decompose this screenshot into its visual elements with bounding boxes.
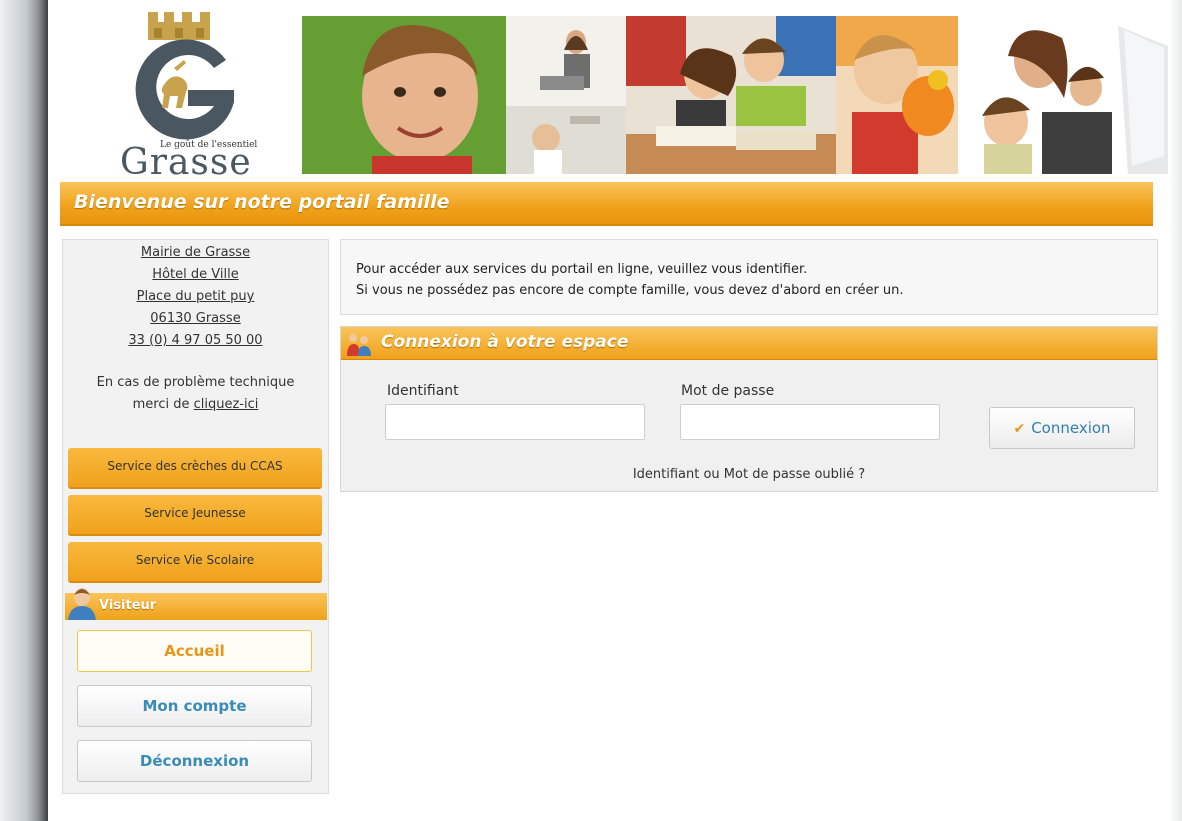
banner-photo-child bbox=[302, 16, 506, 174]
page: Le goût de l'essentiel Grasse Bienvenue … bbox=[48, 0, 1170, 821]
tech-support-line-2: merci de cliquez-ici bbox=[63, 394, 328, 416]
login-header: Connexion à votre espace bbox=[341, 327, 1157, 360]
grasse-g-logo-icon bbox=[135, 39, 234, 140]
nav-deconnexion-button[interactable]: Déconnexion bbox=[77, 740, 312, 782]
page-left-shadow bbox=[0, 0, 48, 821]
grasse-logo[interactable]: Le goût de l'essentiel Grasse bbox=[60, 12, 302, 183]
banner-photo-mother-baby bbox=[506, 16, 626, 174]
address-line-postal[interactable]: 06130 Grasse bbox=[63, 308, 328, 330]
header-banner: Le goût de l'essentiel Grasse bbox=[60, 12, 1170, 183]
page-right-edge bbox=[1168, 0, 1182, 821]
connexion-button[interactable]: ✔ Connexion bbox=[989, 407, 1135, 449]
address-line-place[interactable]: Place du petit puy bbox=[63, 286, 328, 308]
logo-word: Grasse bbox=[120, 142, 252, 183]
service-vie-scolaire-button[interactable]: Service Vie Scolaire bbox=[68, 542, 322, 583]
address-line-hotel[interactable]: Hôtel de Ville bbox=[63, 264, 328, 286]
address-line-phone[interactable]: 33 (0) 4 97 05 50 00 bbox=[63, 330, 328, 352]
visitor-bar: Visiteur bbox=[65, 588, 327, 620]
nav-accueil-button[interactable]: Accueil bbox=[77, 630, 312, 672]
username-input[interactable] bbox=[385, 404, 645, 440]
info-line-1: Pour accéder aux services du portail en … bbox=[356, 262, 808, 277]
service-creches-button[interactable]: Service des crèches du CCAS bbox=[68, 448, 322, 489]
service-jeunesse-button[interactable]: Service Jeunesse bbox=[68, 495, 322, 536]
sidebar: Mairie de Grasse Hôtel de Ville Place du… bbox=[62, 239, 329, 794]
address-line-mairie[interactable]: Mairie de Grasse bbox=[63, 242, 328, 264]
tech-support-line-1: En cas de problème technique bbox=[96, 375, 295, 390]
nav-mon-compte-button[interactable]: Mon compte bbox=[77, 685, 312, 727]
tech-support-prefix: merci de bbox=[132, 397, 194, 412]
info-box: Pour accéder aux services du portail en … bbox=[340, 239, 1158, 315]
forgot-password-link[interactable]: Identifiant ou Mot de passe oublié ? bbox=[341, 467, 1157, 482]
login-title: Connexion à votre espace bbox=[381, 332, 629, 352]
username-label: Identifiant bbox=[387, 383, 459, 399]
banner-photo-family-computer bbox=[958, 16, 1170, 174]
welcome-bar: Bienvenue sur notre portail famille bbox=[60, 182, 1153, 226]
tech-support-link[interactable]: cliquez-ici bbox=[194, 397, 259, 412]
address-block: Mairie de Grasse Hôtel de Ville Place du… bbox=[63, 242, 328, 352]
tech-support-text: En cas de problème technique merci de cl… bbox=[63, 372, 328, 416]
banner-photo-kids-reading bbox=[626, 16, 836, 174]
banner-photo-baby-toy bbox=[836, 16, 958, 174]
login-panel: Connexion à votre espace Identifiant Mot… bbox=[340, 326, 1158, 492]
family-icon bbox=[347, 334, 371, 356]
password-input[interactable] bbox=[680, 404, 940, 440]
user-icon bbox=[68, 588, 96, 620]
info-line-2: Si vous ne possédez pas encore de compte… bbox=[356, 283, 904, 298]
connexion-button-label: Connexion bbox=[1031, 419, 1111, 437]
visitor-label: Visiteur bbox=[99, 598, 157, 613]
checkmark-icon: ✔ bbox=[1013, 421, 1026, 437]
password-label: Mot de passe bbox=[681, 383, 775, 399]
welcome-title: Bienvenue sur notre portail famille bbox=[74, 191, 450, 213]
